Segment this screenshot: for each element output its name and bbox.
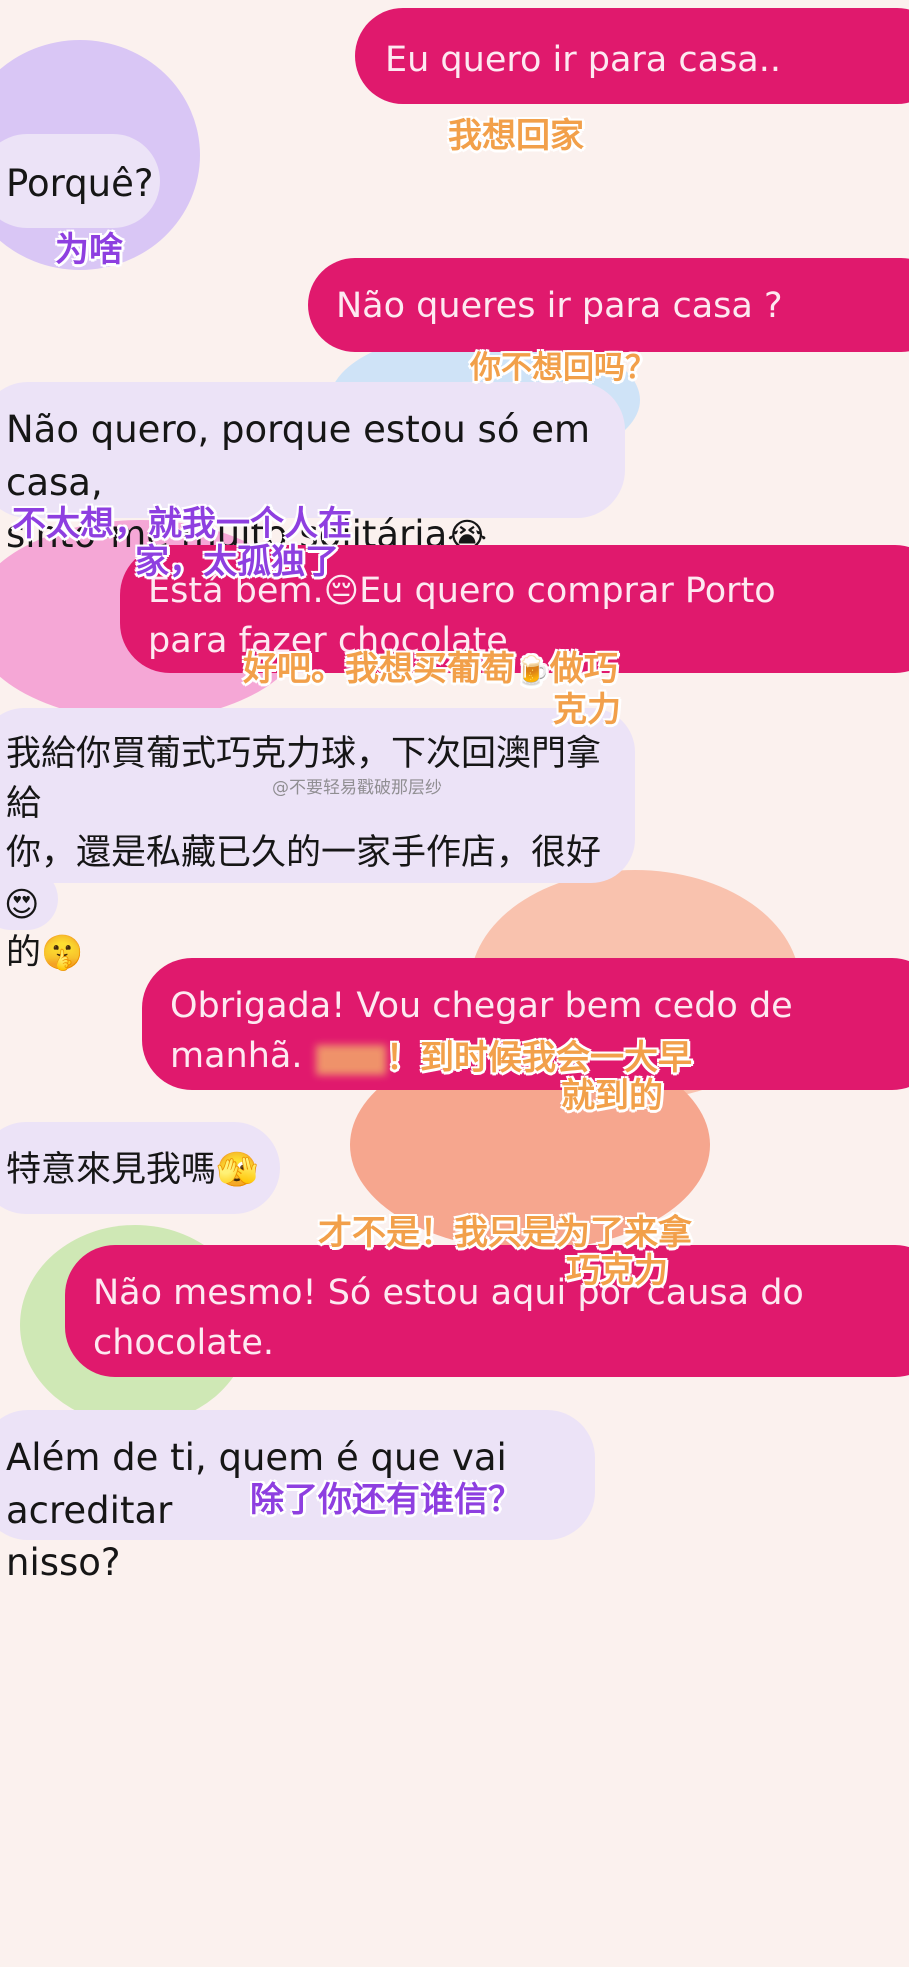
message-bubble-received[interactable]: Porquê?	[0, 134, 160, 228]
message-text: 特意來見我嗎	[6, 1150, 217, 1190]
translation-caption: 为啥	[55, 230, 123, 270]
shushing-face-icon: 🤫	[41, 932, 84, 973]
message-text-line: chocolate.	[93, 1322, 275, 1363]
translation-caption: 巧克力	[566, 1251, 668, 1291]
message-text: Porquê?	[6, 162, 154, 205]
message-text-line: Obrigada! Vou chegar bem cedo de	[170, 986, 793, 1026]
message-bubble-sent[interactable]: Eu quero ir para casa..	[355, 8, 909, 104]
watermark: @不要轻易戳破那层纱	[272, 778, 442, 798]
translation-caption: 克力	[553, 690, 621, 730]
message-text-line: 的	[6, 932, 42, 973]
message-text: Eu quero ir para casa..	[385, 40, 782, 80]
face-peeking-icon: 🫣	[216, 1150, 259, 1190]
message-text-line: nisso?	[6, 1541, 121, 1585]
blurred-redaction	[316, 1044, 386, 1075]
translation-caption: 你不想回吗？	[470, 350, 656, 386]
heart-eyes-face-icon: 😍	[4, 885, 40, 925]
translation-text: 好吧。我想买葡萄	[243, 649, 515, 689]
message-text-line: 你，還是私藏已久的一家手作店，很好吃	[6, 833, 602, 923]
message-bubble-sent[interactable]: Não queres ir para casa ?	[308, 258, 909, 352]
message-text-line: Não quero, porque estou só em casa,	[6, 408, 591, 504]
translation-caption: 家，太孤独了	[135, 542, 339, 582]
message-bubble-received[interactable]: 特意來見我嗎🫣	[0, 1122, 280, 1214]
message-text-line: Não mesmo! Só estou aqui por causa do	[93, 1273, 804, 1313]
translation-caption: 就到的	[561, 1076, 663, 1116]
message-bubble-sent[interactable]: Não mesmo! Só estou aqui por causa do ch…	[65, 1245, 909, 1377]
beer-mug-icon: 🍺	[515, 654, 550, 687]
translation-caption: 除了你还有谁信？	[250, 1480, 522, 1520]
message-text: Eu quero comprar Porto	[359, 571, 776, 611]
message-text: Não queres ir para casa ?	[336, 286, 783, 326]
translation-caption: 我想回家	[448, 116, 584, 156]
